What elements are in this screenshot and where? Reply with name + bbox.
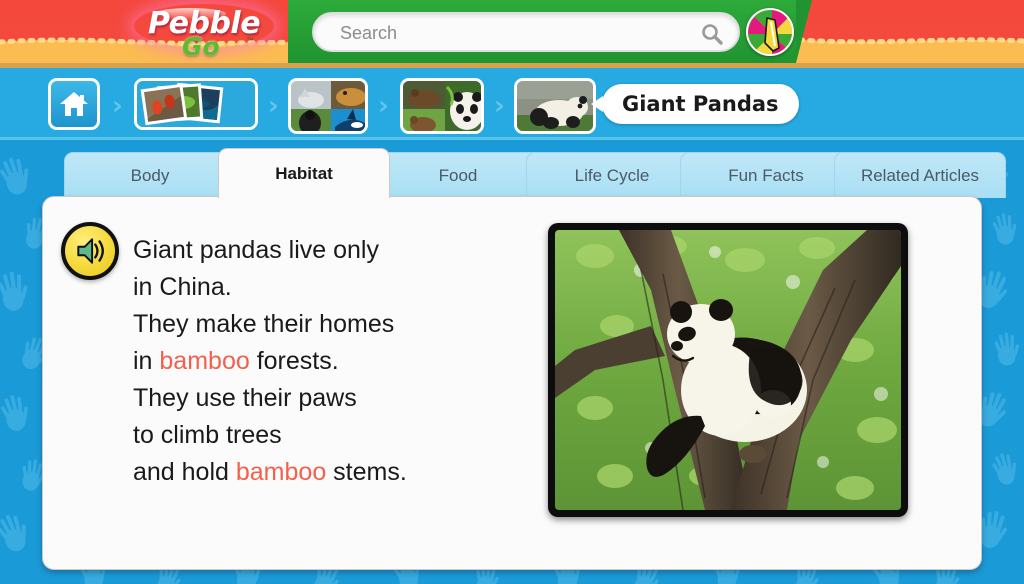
speaker-audio-icon[interactable] <box>61 222 119 280</box>
tab-label: Fun Facts <box>728 165 804 185</box>
home-icon <box>60 92 88 116</box>
article-text-run: to climb trees <box>133 421 282 449</box>
article-text-run: forests. <box>249 347 339 375</box>
article-text-run: and hold <box>133 458 236 486</box>
giant-panda-in-tree-photo[interactable] <box>548 223 908 517</box>
tab-body[interactable]: Body <box>64 152 236 198</box>
photo-grid-icon <box>291 81 365 131</box>
article-text-run: They use their paws <box>133 384 357 412</box>
article-text-run: stems. <box>326 458 407 486</box>
tab-label: Food <box>438 165 478 185</box>
photo-grid-icon <box>403 81 481 131</box>
tab-label: Life Cycle <box>574 165 650 185</box>
article-text-run: They make their homes <box>133 310 395 338</box>
search-placeholder-text: Search <box>340 23 398 43</box>
logo-go-text: Go <box>182 32 220 61</box>
tab-related-articles[interactable]: Related Articles <box>834 152 1006 198</box>
article-text-run: Giant pandas live only <box>133 236 379 264</box>
article-line: They make their homes <box>133 306 533 343</box>
photo-thumbnail-icon <box>517 81 593 131</box>
breadcrumb-separator: › <box>378 91 389 121</box>
breadcrumb-item-giant-pandas[interactable] <box>514 78 596 134</box>
glossary-keyword-link[interactable]: bamboo <box>159 347 249 375</box>
photo-stack-icon <box>137 81 255 127</box>
pebblego-app: Pebble Go ™ Search › › › › Giant Pandas … <box>0 0 1024 584</box>
tab-bar: Body Habitat Food Life Cycle Fun Facts R… <box>42 148 1006 198</box>
breadcrumb-separator: › <box>268 91 279 121</box>
search-input[interactable]: Search <box>312 12 740 52</box>
article-line: to climb trees <box>133 417 533 454</box>
tab-habitat[interactable]: Habitat <box>218 148 390 198</box>
logo-trademark-text: ™ <box>246 36 254 45</box>
breadcrumb-item-bears[interactable] <box>400 78 484 134</box>
tab-label: Habitat <box>275 163 333 183</box>
tab-life-cycle[interactable]: Life Cycle <box>526 152 698 198</box>
article-line: in China. <box>133 269 533 306</box>
page-title: Giant Pandas <box>591 84 799 124</box>
article-line: in bamboo forests. <box>133 343 533 380</box>
article-text-run: in <box>133 347 160 375</box>
breadcrumb-item-mammals[interactable] <box>288 78 368 134</box>
breadcrumb-separator: › <box>112 91 123 121</box>
pebblego-logo[interactable]: Pebble Go ™ <box>128 2 288 64</box>
tab-label: Related Articles <box>860 165 980 185</box>
tab-food[interactable]: Food <box>372 152 544 198</box>
tab-fun-facts[interactable]: Fun Facts <box>680 152 852 198</box>
article-text-run: in China. <box>133 273 232 301</box>
article-line: and hold bamboo stems. <box>133 454 533 491</box>
breadcrumb-separator: › <box>494 91 505 121</box>
breadcrumb-item-animals[interactable] <box>134 78 258 130</box>
article-line: They use their paws <box>133 380 533 417</box>
article-body-text: Giant pandas live only in China. They make… <box>133 232 533 491</box>
sidebar-item-home[interactable] <box>48 78 100 130</box>
glossary-keyword-link[interactable]: bamboo <box>236 458 326 486</box>
spinner-wheel-icon[interactable] <box>746 8 794 56</box>
tab-label: Body <box>130 165 170 185</box>
search-icon[interactable] <box>700 22 724 46</box>
article-line: Giant pandas live only <box>133 232 533 269</box>
photo-image <box>555 230 901 510</box>
